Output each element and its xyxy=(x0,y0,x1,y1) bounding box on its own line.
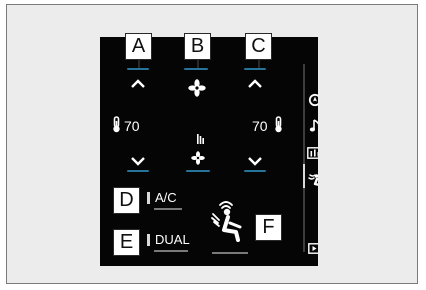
side-menu-selected-marker xyxy=(303,164,305,188)
callout-c: C xyxy=(245,33,272,60)
callout-d: D xyxy=(113,187,140,214)
fan-down-indicator xyxy=(186,170,210,172)
display-icon[interactable] xyxy=(308,243,318,254)
ac-underline xyxy=(154,208,182,210)
callout-b: B xyxy=(184,33,211,60)
energy-monitor-icon[interactable] xyxy=(307,147,318,159)
driver-thermometer-icon xyxy=(113,116,120,133)
passenger-temp-up-button[interactable] xyxy=(247,78,263,90)
passenger-temperature: 70 xyxy=(252,118,268,134)
passenger-temp-down-indicator xyxy=(244,170,266,172)
ac-indicator xyxy=(147,192,150,204)
callout-e: E xyxy=(113,229,140,256)
driver-temp-up-indicator xyxy=(127,68,149,70)
climate-icon[interactable] xyxy=(307,172,318,188)
fan-level-icon xyxy=(197,134,204,144)
fan-speed-down-button[interactable] xyxy=(191,151,205,165)
driver-temperature: 70 xyxy=(124,118,140,134)
fan-speed-up-button[interactable] xyxy=(188,79,206,97)
airflow-underline xyxy=(212,252,248,254)
ac-button[interactable]: A/C xyxy=(155,190,177,206)
navigation-icon[interactable] xyxy=(308,93,318,107)
dual-button[interactable]: DUAL xyxy=(155,232,190,248)
callout-f: F xyxy=(255,214,282,241)
passenger-temp-down-button[interactable] xyxy=(247,155,263,167)
dual-indicator xyxy=(147,234,150,246)
fan-up-indicator xyxy=(184,68,208,70)
side-menu-rail xyxy=(303,64,305,252)
driver-temp-down-button[interactable] xyxy=(130,155,146,167)
driver-temp-up-button[interactable] xyxy=(130,78,146,90)
driver-temp-down-indicator xyxy=(127,170,149,172)
dual-underline xyxy=(154,250,188,252)
passenger-thermometer-icon xyxy=(275,116,282,133)
passenger-temp-up-indicator xyxy=(244,68,266,70)
callout-a: A xyxy=(125,33,152,60)
music-note-icon[interactable] xyxy=(309,119,318,133)
